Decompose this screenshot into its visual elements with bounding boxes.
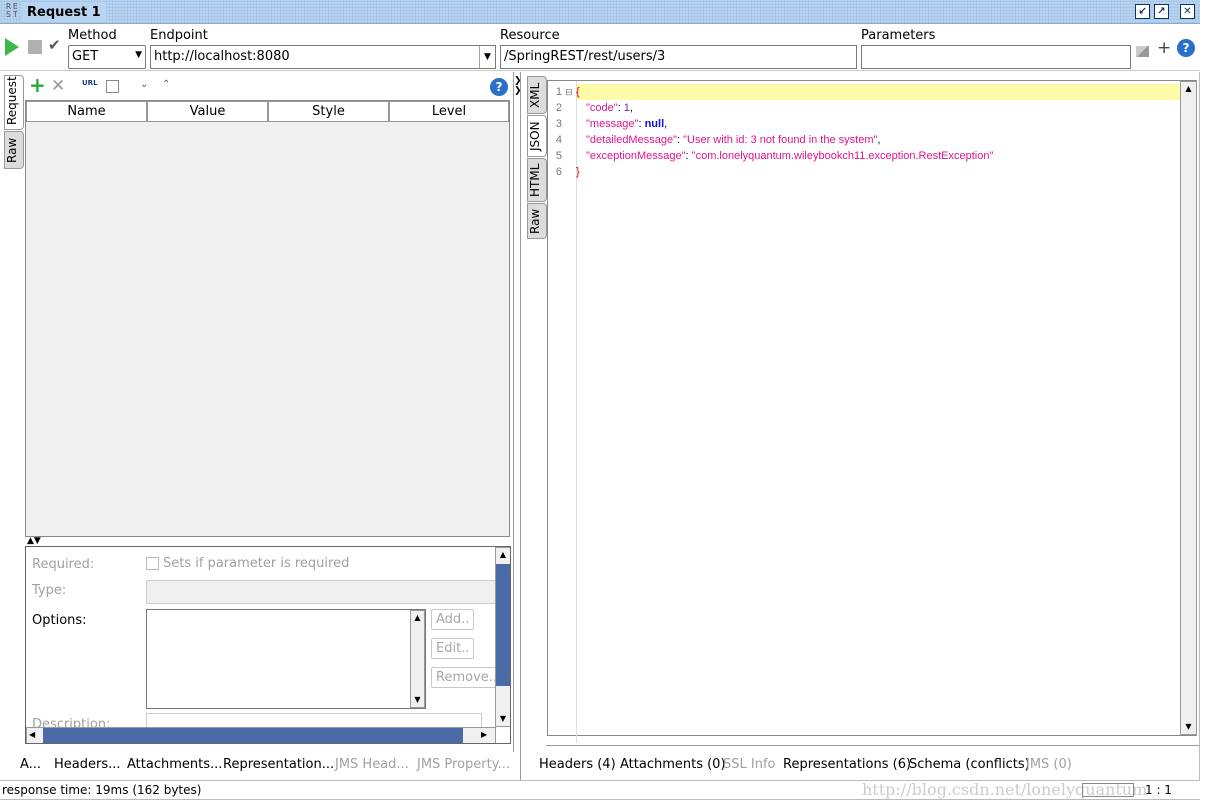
add-icon[interactable]: +	[29, 75, 46, 95]
plus-icon[interactable]: +	[1157, 38, 1171, 58]
code-lines: 1 ⊟{ 2 "code": 1, 3 "message": null, 4 "deta…	[548, 84, 1180, 180]
detail-vertical-scrollbar[interactable]: ▲ ▼	[495, 547, 510, 727]
tab-headers[interactable]: Headers...	[54, 757, 121, 772]
json-editor[interactable]: 1 ⊟{ 2 "code": 1, 3 "message": null, 4 "deta…	[547, 80, 1197, 743]
scroll-down-icon[interactable]: ▼	[496, 712, 510, 726]
editor-scrollbar[interactable]: ▲ ▼	[1180, 81, 1197, 735]
tab-jms[interactable]: JMS (0)	[1026, 757, 1072, 772]
rest-logo-icon: RE ST	[6, 2, 20, 19]
title-bar: RE ST Request 1 ↙ ↗ ✕	[0, 0, 1200, 24]
tab-json[interactable]: JSON	[527, 115, 547, 157]
required-checkbox-label: Sets if parameter is required	[163, 556, 350, 571]
window-title: Request 1	[22, 2, 106, 22]
parameter-detail-panel: Required: Sets if parameter is required …	[25, 546, 511, 744]
options-scrollbar[interactable]: ▲ ▼	[410, 610, 425, 708]
tab-raw-response[interactable]: Raw	[527, 203, 547, 239]
maximize-icon[interactable]: ↗	[1154, 4, 1169, 19]
progress-box	[1082, 783, 1134, 797]
scroll-up-icon[interactable]: ▲	[411, 611, 424, 625]
type-label: Type:	[32, 583, 67, 598]
cursor-position: 1 : 1	[1145, 783, 1172, 797]
chevron-down-icon: ▼	[135, 50, 142, 60]
resource-input[interactable]: /SpringREST/rest/users/3	[500, 45, 857, 69]
tab-response-attachments[interactable]: Attachments (0)	[620, 757, 726, 772]
stop-icon[interactable]	[28, 40, 42, 54]
code-line: 3 "message": null,	[555, 118, 668, 130]
check-icon[interactable]: ✔	[48, 36, 61, 54]
parameters-label: Parameters	[861, 28, 936, 43]
column-header-value[interactable]: Value	[147, 101, 268, 122]
parameter-tool-icon[interactable]	[1136, 46, 1149, 57]
options-list[interactable]: ▲ ▼	[146, 609, 426, 709]
splitter-arrows-icon[interactable]: ▲▼	[27, 536, 41, 546]
tab-request[interactable]: Request	[4, 75, 24, 130]
tab-auth[interactable]: A...	[20, 757, 41, 772]
url-icon[interactable]: URL	[82, 79, 98, 87]
move-down-icon[interactable]: ⌄	[140, 79, 148, 90]
run-icon[interactable]	[5, 38, 19, 56]
method-label: Method	[68, 28, 117, 43]
response-time: response time: 19ms (162 bytes)	[2, 783, 202, 797]
edit-option-button[interactable]: Edit..	[431, 638, 475, 659]
column-header-level[interactable]: Level	[389, 101, 509, 122]
parameters-input[interactable]	[861, 45, 1131, 69]
tab-response-headers[interactable]: Headers (4)	[539, 757, 616, 772]
help-icon[interactable]: ?	[1177, 39, 1195, 57]
tab-jms-headers[interactable]: JMS Head...	[335, 757, 409, 772]
close-icon[interactable]: ✕	[1180, 4, 1195, 19]
reset-icon[interactable]	[106, 80, 119, 93]
scroll-thumb[interactable]	[496, 564, 510, 686]
code-line: 5 "exceptionMessage": "com.lonelyquantum.…	[555, 150, 994, 162]
scroll-right-icon[interactable]: ▶	[481, 728, 487, 742]
scroll-down-icon[interactable]: ▼	[1181, 720, 1196, 734]
chevron-down-icon[interactable]: ▼	[479, 46, 495, 68]
tab-attachments[interactable]: Attachments...	[127, 757, 222, 772]
resource-label: Resource	[500, 28, 560, 43]
options-label: Options:	[32, 613, 87, 628]
detach-icon[interactable]: ↙	[1135, 4, 1150, 19]
endpoint-input[interactable]: http://localhost:8080 ▼	[150, 45, 496, 69]
tab-raw[interactable]: Raw	[4, 131, 24, 169]
method-value: GET	[72, 49, 99, 64]
parameters-table	[25, 100, 510, 537]
code-line: 4 "detailedMessage": "User with id: 3 not…	[555, 134, 881, 146]
add-option-button[interactable]: Add..	[431, 609, 475, 630]
tab-schema[interactable]: Schema (conflicts)	[909, 757, 1030, 772]
method-select[interactable]: GET ▼	[68, 45, 146, 69]
detail-horizontal-scrollbar[interactable]: ◀ ▶	[26, 727, 496, 743]
required-label: Required:	[32, 557, 95, 572]
scroll-up-icon[interactable]: ▲	[1181, 82, 1196, 96]
tab-xml[interactable]: XML	[527, 76, 547, 114]
tab-ssl-info[interactable]: SSL Info	[723, 757, 775, 772]
endpoint-label: Endpoint	[150, 28, 208, 43]
endpoint-value: http://localhost:8080	[154, 49, 290, 64]
scroll-down-icon[interactable]: ▼	[411, 693, 424, 707]
column-header-style[interactable]: Style	[268, 101, 389, 122]
fold-icon[interactable]: ⊟	[562, 84, 576, 100]
move-up-icon[interactable]: ⌃	[162, 79, 170, 90]
required-checkbox[interactable]	[146, 557, 159, 570]
code-line: 1 ⊟{	[555, 84, 580, 100]
tab-representation[interactable]: Representation...	[223, 757, 334, 772]
code-line: 6}	[555, 166, 580, 178]
remove-option-button[interactable]: Remove..	[431, 667, 503, 688]
delete-icon[interactable]: ✕	[51, 76, 65, 96]
scroll-left-icon[interactable]: ◀	[29, 728, 35, 742]
scroll-up-icon[interactable]: ▲	[496, 548, 510, 562]
tab-html[interactable]: HTML	[527, 158, 547, 202]
help-icon[interactable]: ?	[490, 78, 508, 96]
tab-representations[interactable]: Representations (6)	[783, 757, 911, 772]
column-header-name[interactable]: Name	[26, 101, 147, 122]
type-select[interactable]	[146, 580, 496, 604]
code-line: 2 "code": 1,	[555, 102, 633, 114]
scroll-thumb[interactable]	[43, 728, 463, 743]
tab-jms-property[interactable]: JMS Property...	[417, 757, 510, 772]
